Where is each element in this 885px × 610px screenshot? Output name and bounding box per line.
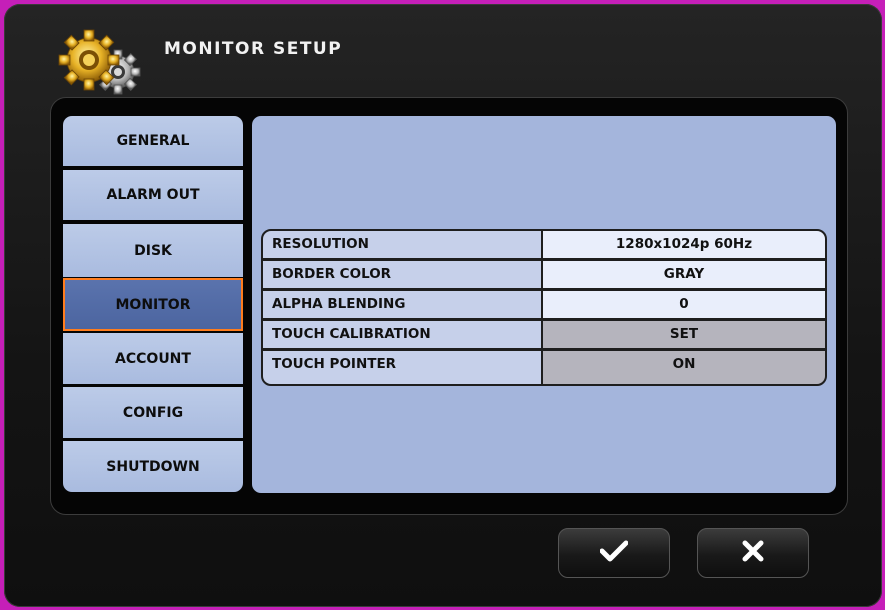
check-icon — [599, 540, 629, 566]
table-row: TOUCH CALIBRATION SET — [263, 321, 825, 348]
touch-calibration-set-button[interactable]: SET — [543, 321, 825, 348]
setting-label-touch-calibration: TOUCH CALIBRATION — [263, 321, 541, 348]
menu-item-monitor[interactable]: MONITOR — [63, 278, 243, 331]
alpha-blending-select[interactable]: 0 — [543, 291, 825, 318]
gears-icon — [56, 28, 146, 108]
setting-label-touch-pointer: TOUCH POINTER — [263, 351, 541, 384]
setting-label-resolution: RESOLUTION — [263, 231, 541, 258]
resolution-select[interactable]: 1280x1024p 60Hz — [543, 231, 825, 258]
menu-item-shutdown[interactable]: SHUTDOWN — [63, 441, 243, 492]
menu-item-general[interactable]: GENERAL — [63, 116, 243, 166]
table-row: ALPHA BLENDING 0 — [263, 291, 825, 318]
settings-table: RESOLUTION 1280x1024p 60Hz BORDER COLOR … — [261, 229, 827, 386]
setting-label-alpha-blending: ALPHA BLENDING — [263, 291, 541, 318]
menu-item-config[interactable]: CONFIG — [63, 387, 243, 438]
cancel-button[interactable] — [697, 528, 809, 578]
window-title: MONITOR SETUP — [164, 39, 343, 59]
ok-button[interactable] — [558, 528, 670, 578]
border-color-select[interactable]: GRAY — [543, 261, 825, 288]
menu-item-disk[interactable]: DISK — [63, 224, 243, 277]
table-row: BORDER COLOR GRAY — [263, 261, 825, 288]
close-icon — [741, 539, 765, 567]
touch-pointer-toggle[interactable]: ON — [543, 351, 825, 384]
menu-item-account[interactable]: ACCOUNT — [63, 333, 243, 384]
menu-item-alarm-out[interactable]: ALARM OUT — [63, 170, 243, 220]
table-row: TOUCH POINTER ON — [263, 351, 825, 384]
setting-label-border-color: BORDER COLOR — [263, 261, 541, 288]
table-row: RESOLUTION 1280x1024p 60Hz — [263, 231, 825, 258]
